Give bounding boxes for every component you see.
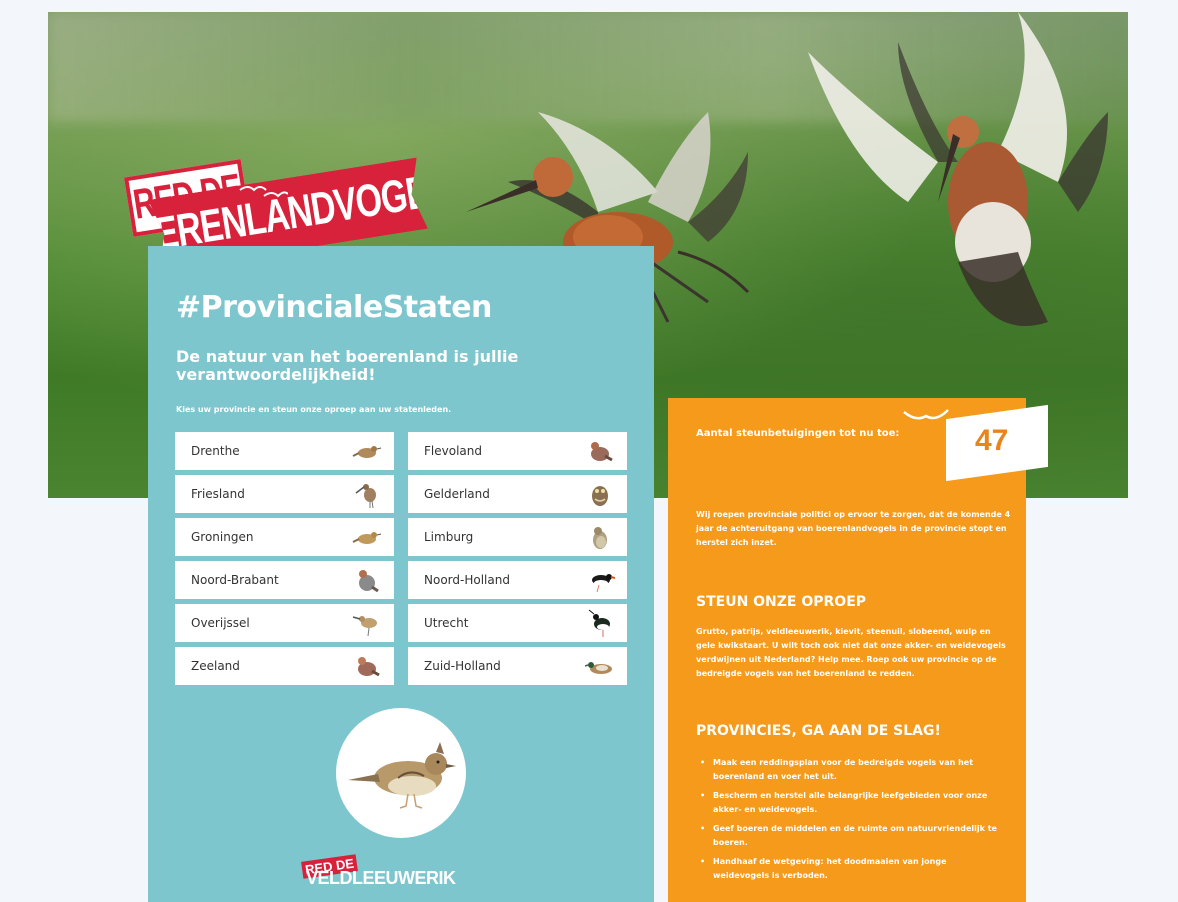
province-grid: Drenthe Flevoland Friesland Gelderland G… — [175, 432, 627, 686]
province-utrecht[interactable]: Utrecht — [408, 604, 627, 642]
province-noord-holland[interactable]: Noord-Holland — [408, 561, 627, 599]
lark-photo — [336, 708, 466, 838]
list-item: Bescherm en herstel alle belangrijke lee… — [700, 789, 1000, 817]
section2-heading: PROVINCIES, GA AAN DE SLAG! — [696, 723, 941, 739]
province-label: Utrecht — [424, 616, 469, 630]
lapwing-icon — [588, 609, 610, 637]
province-label: Gelderland — [424, 487, 490, 501]
intro-text: Wij roepen provinciale politici op ervoo… — [696, 510, 1011, 547]
duck-icon — [585, 662, 612, 674]
flying-birds-icon — [239, 186, 288, 198]
counter-value: 47 — [975, 424, 1009, 457]
province-zeeland[interactable]: Zeeland — [175, 647, 394, 685]
campaign-logo-name: VELDLEEUWERIK — [306, 868, 456, 888]
province-label: Noord-Holland — [424, 573, 510, 587]
province-flevoland[interactable]: Flevoland — [408, 432, 627, 470]
province-label: Drenthe — [191, 444, 240, 458]
curlew-icon — [355, 484, 376, 509]
partridge-icon — [359, 570, 379, 593]
partridge-icon — [358, 657, 380, 677]
province-label: Overijssel — [191, 616, 250, 630]
province-zuid-holland[interactable]: Zuid-Holland — [408, 647, 627, 685]
list-item: Handhaaf de wetgeving: het doodmaaien va… — [700, 855, 1000, 883]
songbird-icon — [352, 446, 382, 458]
province-label: Zuid-Holland — [424, 659, 501, 673]
province-label: Groningen — [191, 530, 254, 544]
subtitle: De natuur van het boerenland is jullie v… — [176, 347, 519, 384]
province-label: Friesland — [191, 487, 245, 501]
province-limburg[interactable]: Limburg — [408, 518, 627, 556]
skylark-image — [348, 742, 456, 809]
godwit-right-image — [808, 12, 1108, 326]
province-label: Flevoland — [424, 444, 482, 458]
province-noord-brabant[interactable]: Noord-Brabant — [175, 561, 394, 599]
province-drenthe[interactable]: Drenthe — [175, 432, 394, 470]
province-overijssel[interactable]: Overijssel — [175, 604, 394, 642]
section1-heading: STEUN ONZE OPROEP — [696, 594, 867, 610]
province-label: Limburg — [424, 530, 474, 544]
owl-icon — [592, 486, 608, 506]
province-label: Zeeland — [191, 659, 240, 673]
list-item: Maak een reddingsplan voor de bedreigde … — [700, 756, 1000, 784]
curlew-icon — [352, 616, 377, 637]
province-label: Noord-Brabant — [191, 573, 279, 587]
page-title: #ProvincialeStaten — [176, 290, 492, 325]
section1-body: Grutto, patrijs, veldleeuwerik, kievit, … — [696, 627, 1006, 678]
oystercatcher-icon — [592, 574, 615, 593]
list-item: Geef boeren de middelen en de ruimte om … — [700, 822, 1000, 850]
demands-list: Maak een reddingsplan voor de bedreigde … — [700, 756, 1000, 888]
province-friesland[interactable]: Friesland — [175, 475, 394, 513]
bird-icon — [593, 527, 607, 549]
songbird-icon — [352, 532, 382, 544]
counter-label: Aantal steunbetuigingen tot nu toe: — [696, 428, 900, 439]
seagull-icon — [903, 409, 949, 420]
instruction-text: Kies uw provincie en steun onze oproep a… — [176, 405, 452, 414]
province-groningen[interactable]: Groningen — [175, 518, 394, 556]
partridge-icon — [591, 442, 613, 462]
province-gelderland[interactable]: Gelderland — [408, 475, 627, 513]
